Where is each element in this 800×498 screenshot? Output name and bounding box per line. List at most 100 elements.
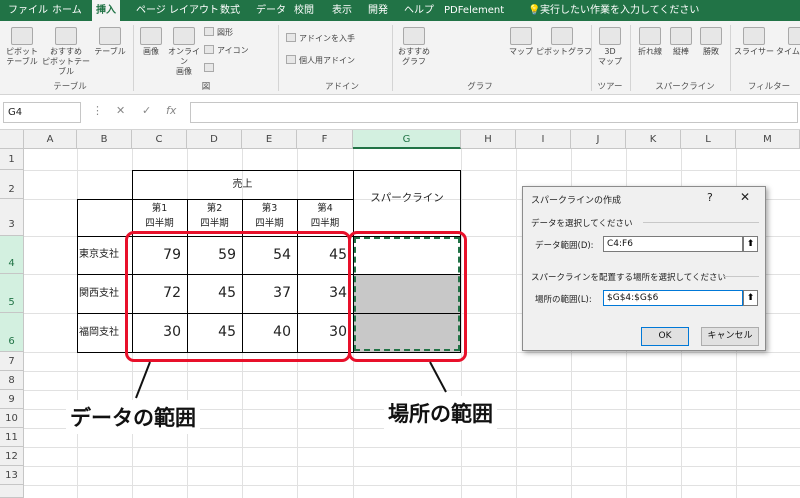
section-divider [643, 222, 759, 223]
get-addins-button[interactable]: アドインを入手 [286, 33, 355, 44]
pivot-chart-icon [551, 27, 573, 45]
recommended-pivot-label: おすすめ ピボットテーブル [42, 47, 90, 76]
arrow-line-location [429, 361, 447, 393]
collapse-data-range-icon[interactable]: ⬆ [743, 236, 758, 252]
personal-addins-button[interactable]: 個人用アドイン [286, 55, 355, 66]
group-tours-label: ツアー [597, 82, 623, 92]
close-icon[interactable]: ✕ [740, 190, 750, 204]
tab-developer[interactable]: 開発 [364, 0, 392, 21]
online-image-button[interactable]: オンライン 画像 [166, 27, 202, 77]
maps-label: マップ [509, 47, 533, 56]
ribbon-tab-bar: ファイル ホーム 挿入 ページ レイアウト 数式 データ 校閲 表示 開発 ヘル… [0, 0, 800, 21]
pivot-table-button[interactable]: ピボット テーブル [2, 27, 42, 67]
table-icon [99, 27, 121, 45]
group-charts-label: グラフ [467, 82, 493, 92]
tell-me-box[interactable]: 実行したい作業を入力してください [536, 0, 703, 21]
formula-input[interactable] [190, 102, 798, 123]
3d-map-button[interactable]: 3D マップ [594, 27, 626, 67]
icons-button[interactable]: アイコン [204, 45, 249, 56]
column-label: 縦棒 [673, 47, 689, 56]
data-range-label: データ範囲(D): [535, 241, 594, 251]
recommended-pivot-button[interactable]: おすすめ ピボットテーブル [40, 27, 92, 77]
tab-pdfelement[interactable]: PDFelement [440, 0, 508, 21]
sparkline-column-button[interactable]: 縦棒 [666, 27, 696, 57]
shapes-button[interactable]: 図形 [204, 27, 233, 38]
insert-function-icon[interactable]: fx [166, 104, 176, 117]
slicer-label: スライサー [734, 47, 774, 56]
tab-home[interactable]: ホーム [48, 0, 86, 21]
group-tables-label: テーブル [53, 82, 87, 92]
location-range-input[interactable]: $G$4:$G$6 [603, 290, 743, 306]
winloss-label: 勝敗 [703, 47, 719, 56]
create-sparklines-dialog: スパークラインの作成 ? ✕ データを選択してください データ範囲(D): C4… [522, 186, 766, 351]
tab-data[interactable]: データ [252, 0, 290, 21]
get-addins-label: アドインを入手 [299, 34, 355, 43]
maps-button[interactable]: マップ [506, 27, 536, 57]
online-image-icon [173, 27, 195, 45]
personal-addins-label: 個人用アドイン [299, 56, 355, 65]
ok-button[interactable]: OK [641, 327, 689, 346]
ribbon-separator [278, 25, 279, 91]
name-box[interactable]: G4 [3, 102, 81, 123]
data-section-heading: データを選択してください [531, 219, 633, 229]
sparkline-winloss-button[interactable]: 勝敗 [696, 27, 726, 57]
arrow-line-data [135, 361, 151, 399]
recommended-pivot-icon [55, 27, 77, 45]
shapes-label: 図形 [217, 28, 233, 37]
cancel-button[interactable]: キャンセル [701, 327, 759, 346]
ribbon-separator [591, 25, 592, 91]
recommended-charts-button[interactable]: おすすめ グラフ [396, 27, 432, 67]
3d-map-label: 3D マップ [598, 47, 622, 66]
online-image-label: オンライン 画像 [168, 47, 200, 76]
ribbon-separator [392, 25, 393, 91]
smartart-button[interactable] [204, 63, 217, 74]
location-section-heading: スパークラインを配置する場所を選択してください [531, 273, 726, 283]
3d-map-icon [599, 27, 621, 45]
pivot-chart-button[interactable]: ピボットグラフ [536, 27, 592, 57]
data-range-annotation: データの範囲 [66, 400, 200, 434]
smartart-icon [204, 63, 214, 72]
column-sparkline-icon [670, 27, 692, 45]
help-icon[interactable]: ? [707, 191, 713, 204]
formula-bar: G4 ⋮ ✕ ✓ fx [0, 96, 800, 130]
ribbon-separator [133, 25, 134, 91]
tab-help[interactable]: ヘルプ [400, 0, 438, 21]
table-label: テーブル [94, 47, 126, 56]
shapes-icon [204, 27, 214, 36]
store-icon [286, 33, 296, 42]
dialog-title: スパークラインの作成 [531, 196, 622, 206]
pivot-table-label: ピボット テーブル [6, 47, 38, 66]
data-range-input[interactable]: C4:F6 [603, 236, 743, 252]
ribbon-separator [630, 25, 631, 91]
globe-icon [510, 27, 532, 45]
ribbon-separator [730, 25, 731, 91]
slicer-button[interactable]: スライサー [734, 27, 774, 57]
collapse-location-range-icon[interactable]: ⬆ [743, 290, 758, 306]
tab-review[interactable]: 校閲 [290, 0, 318, 21]
location-range-label: 場所の範囲(L): [535, 295, 592, 305]
enter-icon[interactable]: ✓ [142, 104, 151, 117]
group-addins-label: アドイン [324, 82, 359, 92]
icons-label: アイコン [217, 46, 249, 55]
table-button[interactable]: テーブル [92, 27, 128, 57]
timeline-button[interactable]: タイムライン [776, 27, 800, 57]
sparkline-line-button[interactable]: 折れ線 [634, 27, 666, 57]
tab-view[interactable]: 表示 [328, 0, 356, 21]
timeline-icon [788, 27, 800, 45]
chart-icon [403, 27, 425, 45]
tab-formulas[interactable]: 数式 [216, 0, 244, 21]
slicer-icon [743, 27, 765, 45]
tab-page-layout[interactable]: ページ レイアウト [132, 0, 223, 21]
image-icon [140, 27, 162, 45]
tab-insert[interactable]: 挿入 [92, 0, 120, 21]
image-button[interactable]: 画像 [136, 27, 166, 57]
cancel-icon[interactable]: ✕ [116, 104, 125, 117]
ribbon-insert: ピボット テーブル おすすめ ピボットテーブル テーブル テーブル 画像 オンラ… [0, 21, 800, 95]
excel-window: ファイル ホーム 挿入 ページ レイアウト 数式 データ 校閲 表示 開発 ヘル… [0, 0, 800, 498]
icons-icon [204, 45, 214, 54]
image-label: 画像 [143, 47, 159, 56]
pivot-chart-label: ピボットグラフ [536, 47, 592, 56]
winloss-sparkline-icon [700, 27, 722, 45]
group-illustrations-label: 図 [201, 82, 211, 92]
tab-file[interactable]: ファイル [4, 0, 52, 21]
